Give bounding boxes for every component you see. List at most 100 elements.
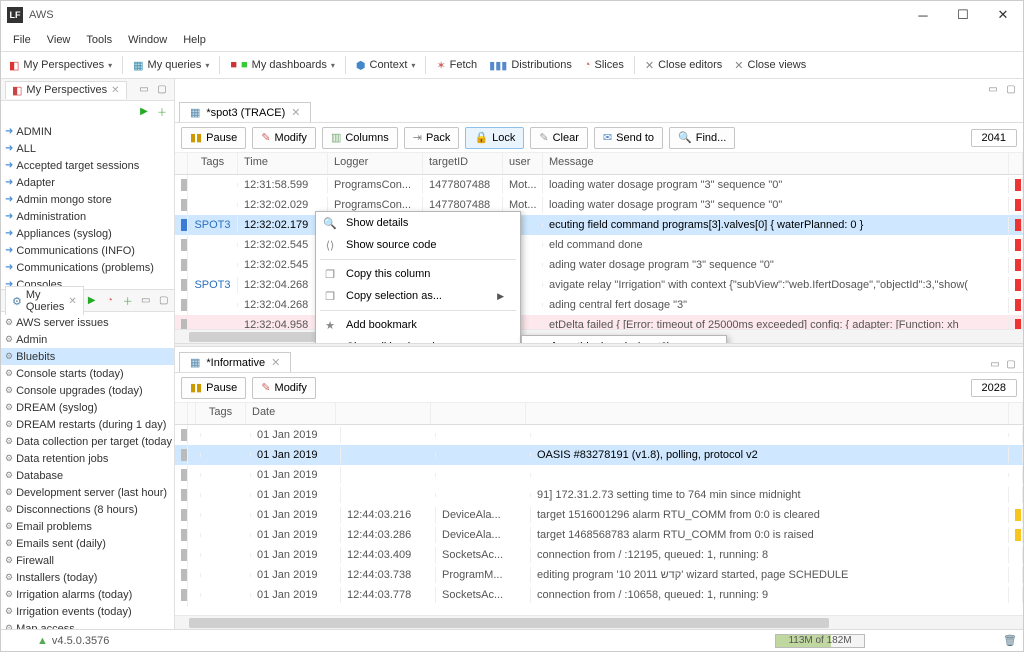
menu-view[interactable]: View <box>39 32 79 48</box>
table-row[interactable]: SPOT312:32:04.268avigate relay "Irrigati… <box>175 275 1023 295</box>
query-item[interactable]: ⚙Data retention jobs <box>1 450 174 467</box>
table-row[interactable]: 12:32:04.958etDelta failed { [Error: tim… <box>175 315 1023 329</box>
col-logger[interactable]: Logger <box>328 153 423 174</box>
query-item[interactable]: ⚙DREAM (syslog) <box>1 399 174 416</box>
perspective-item[interactable]: ➜Communications (problems) <box>1 259 174 276</box>
menu-file[interactable]: File <box>5 32 39 48</box>
clear-button[interactable]: ✎Clear <box>530 127 588 149</box>
tab-queries[interactable]: ⚙My Queries✕ <box>5 286 84 315</box>
query-item[interactable]: ⚙Admin <box>1 331 174 348</box>
maximize-panel-icon[interactable]: ▢ <box>154 82 170 98</box>
minimize-panel-icon[interactable]: ▭ <box>985 81 1001 97</box>
h-scrollbar[interactable] <box>175 615 1023 629</box>
run-icon[interactable]: ▶ <box>84 293 100 309</box>
table-row[interactable]: 12:32:02.545eld command done <box>175 235 1023 255</box>
table-row[interactable]: 01 Jan 201912:44:03.778SocketsAc...conne… <box>175 585 1023 605</box>
query-item[interactable]: ⚙Development server (last hour) <box>1 484 174 501</box>
col-tags[interactable]: Tags <box>196 403 246 424</box>
maximize-button[interactable]: ☐ <box>943 1 983 29</box>
tb-queries[interactable]: ▦My queries▾ <box>127 54 215 76</box>
col-time[interactable]: Time <box>238 153 328 174</box>
splitter[interactable] <box>175 343 1023 347</box>
context-submenu[interactable]: ⬢from this domain (spot3)□from this host… <box>521 335 727 343</box>
maximize-panel-icon[interactable]: ▢ <box>156 293 172 309</box>
table-row[interactable]: 01 Jan 201912:44:03.738ProgramM...editin… <box>175 565 1023 585</box>
perspective-item[interactable]: ➜ADMIN <box>1 123 174 140</box>
tb-distributions[interactable]: ▮▮▮Distributions <box>483 54 578 76</box>
modify-button[interactable]: ✎Modify <box>252 127 316 149</box>
perspective-item[interactable]: ➜Appliances (syslog) <box>1 225 174 242</box>
add-icon[interactable]: ＋ <box>120 293 136 309</box>
col-message[interactable]: Message <box>543 153 1009 174</box>
col-target[interactable]: targetID <box>423 153 503 174</box>
table-row[interactable]: 01 Jan 201912:44:03.216DeviceAla...targe… <box>175 505 1023 525</box>
context-submenu-item[interactable]: ⬢from this domain (spot3) <box>522 336 726 343</box>
tb-context[interactable]: ⬢Context▾ <box>350 54 422 76</box>
context-menu[interactable]: 🔍Show details⟨⟩Show source code❐Copy thi… <box>315 211 521 343</box>
context-menu-item[interactable]: ✦Clear all bookmarks <box>316 336 520 343</box>
col-user[interactable]: user <box>503 153 543 174</box>
query-item[interactable]: ⚙Database <box>1 467 174 484</box>
query-item[interactable]: ⚙Disconnections (8 hours) <box>1 501 174 518</box>
table-row[interactable]: 12:31:58.599ProgramsCon...1477807488Mot.… <box>175 175 1023 195</box>
modify-button[interactable]: ✎Modify <box>252 377 316 399</box>
query-item[interactable]: ⚙Email problems <box>1 518 174 535</box>
columns-button[interactable]: ▥Columns <box>322 127 398 149</box>
find-button[interactable]: 🔍Find... <box>669 127 735 149</box>
context-menu-item[interactable]: ❐Copy selection as...▶ <box>316 285 520 307</box>
query-item[interactable]: ⚙Console upgrades (today) <box>1 382 174 399</box>
context-menu-item[interactable]: ❐Copy this column <box>316 263 520 285</box>
table-row[interactable]: 12:32:02.029ProgramsCon...1477807488Mot.… <box>175 195 1023 215</box>
query-item[interactable]: ⚙Emails sent (daily) <box>1 535 174 552</box>
table-row[interactable]: 01 Jan 2019OASIS #83278191 (v1.8), polli… <box>175 445 1023 465</box>
query-item[interactable]: ⚙Console starts (today) <box>1 365 174 382</box>
tab-spot3[interactable]: ▦*spot3 (TRACE)✕ <box>179 102 311 122</box>
query-item[interactable]: ⚙Bluebits <box>1 348 174 365</box>
table-row[interactable]: 12:32:04.268ading central fert dosage "3… <box>175 295 1023 315</box>
pause-button[interactable]: ▮▮Pause <box>181 127 246 149</box>
col-tags[interactable]: Tags <box>188 153 238 174</box>
minimize-panel-icon[interactable]: ▭ <box>987 356 1003 372</box>
slice-icon[interactable]: ◔ <box>102 293 118 309</box>
table-row[interactable]: 01 Jan 2019 <box>175 465 1023 485</box>
context-menu-item[interactable]: ★Add bookmark <box>316 314 520 336</box>
minimize-panel-icon[interactable]: ▭ <box>136 82 152 98</box>
query-item[interactable]: ⚙Irrigation alarms (today) <box>1 586 174 603</box>
menu-tools[interactable]: Tools <box>78 32 120 48</box>
tb-close-editors[interactable]: ✕Close editors <box>639 54 728 76</box>
queries-tree[interactable]: ⚙AWS server issues⚙Admin⚙Bluebits⚙Consol… <box>1 312 174 629</box>
run-icon[interactable]: ▶ <box>136 103 152 119</box>
table-row[interactable]: 01 Jan 201912:44:03.286DeviceAla...targe… <box>175 525 1023 545</box>
table-row[interactable]: 01 Jan 2019 91] 172.31.2.73 setting time… <box>175 485 1023 505</box>
menu-window[interactable]: Window <box>120 32 175 48</box>
query-item[interactable]: ⚙Installers (today) <box>1 569 174 586</box>
perspective-item[interactable]: ➜Adapter <box>1 174 174 191</box>
tab-informative[interactable]: ▦*Informative✕ <box>179 352 291 372</box>
query-item[interactable]: ⚙DREAM restarts (during 1 day) <box>1 416 174 433</box>
tb-close-views[interactable]: ✕Close views <box>728 54 812 76</box>
query-item[interactable]: ⚙AWS server issues <box>1 314 174 331</box>
minimize-panel-icon[interactable]: ▭ <box>138 293 154 309</box>
perspective-item[interactable]: ➜Admin mongo store <box>1 191 174 208</box>
trash-icon[interactable]: 🗑 <box>1003 634 1017 647</box>
table-row[interactable]: SPOT312:32:02.179ecuting field command p… <box>175 215 1023 235</box>
close-tab-icon[interactable]: ✕ <box>271 356 280 369</box>
table-row[interactable]: 12:32:02.545ading water dosage program "… <box>175 255 1023 275</box>
perspective-item[interactable]: ➜Accepted target sessions <box>1 157 174 174</box>
perspectives-tree[interactable]: ➜ADMIN➜ALL➜Accepted target sessions➜Adap… <box>1 121 174 289</box>
bottom-grid-rows[interactable]: 01 Jan 201901 Jan 2019OASIS #83278191 (v… <box>175 425 1023 615</box>
context-menu-item[interactable]: ⟨⟩Show source code <box>316 234 520 256</box>
query-item[interactable]: ⚙Data collection per target (today <box>1 433 174 450</box>
perspective-item[interactable]: ➜ALL <box>1 140 174 157</box>
maximize-panel-icon[interactable]: ▢ <box>1003 81 1019 97</box>
close-tab-icon[interactable]: ✕ <box>291 106 300 119</box>
pack-button[interactable]: ⇥Pack <box>404 127 460 149</box>
tb-slices[interactable]: ◔Slices <box>578 54 630 76</box>
menu-help[interactable]: Help <box>175 32 214 48</box>
minimize-button[interactable]: ─ <box>903 1 943 29</box>
table-row[interactable]: 01 Jan 2019 <box>175 425 1023 445</box>
maximize-panel-icon[interactable]: ▢ <box>1003 356 1019 372</box>
tb-fetch[interactable]: ✶Fetch <box>430 54 483 76</box>
tab-perspectives[interactable]: ◧My Perspectives✕ <box>5 81 127 99</box>
sendto-button[interactable]: ✉Send to <box>594 127 663 149</box>
